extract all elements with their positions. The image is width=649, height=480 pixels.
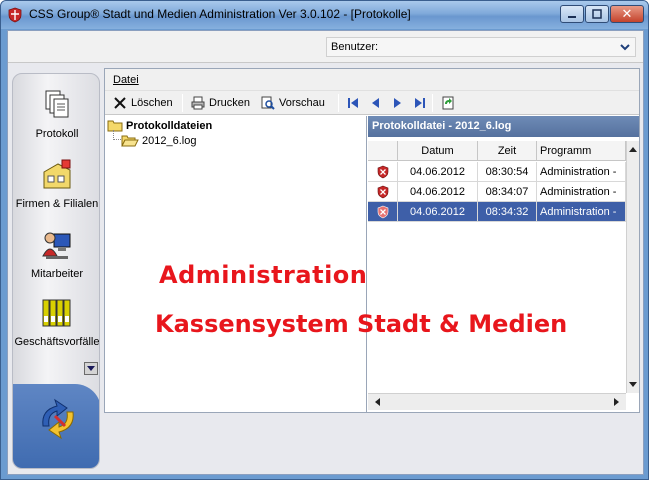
nav-label-mitarbeiter: Mitarbeiter <box>31 268 83 280</box>
menu-datei[interactable]: Datei <box>113 74 139 86</box>
nav-item-protokoll[interactable]: Protokoll <box>13 88 99 140</box>
employee-icon <box>42 232 71 259</box>
log-entry-icon <box>377 165 388 178</box>
app-shield-icon <box>8 7 22 23</box>
loeschen-button[interactable]: Löschen <box>113 94 173 112</box>
close-icon: ✕ <box>621 6 633 21</box>
scroll-left-button[interactable] <box>371 396 383 408</box>
row-datum: 04.06.2012 <box>398 182 478 201</box>
toolbar: Löschen Drucken Vorschau <box>105 91 639 115</box>
table-row-selected[interactable]: 04.06.2012 08:34:32 Administration - <box>368 202 626 222</box>
toolbar-separator <box>432 94 433 112</box>
vertical-scrollbar[interactable] <box>626 141 639 393</box>
nav-label-protokoll: Protokoll <box>35 128 79 140</box>
nav-item-mitarbeiter[interactable]: Mitarbeiter <box>13 228 99 280</box>
drucken-label: Drucken <box>209 97 250 109</box>
column-header-datum[interactable]: Datum <box>398 141 478 161</box>
row-programm: Administration - <box>537 182 626 201</box>
row-status-cell <box>368 202 398 221</box>
last-record-icon[interactable] <box>413 96 427 110</box>
nav-label-firmen: Firmen & Filialen <box>15 198 99 210</box>
binders-icon <box>42 299 71 327</box>
row-programm: Administration - <box>537 202 626 221</box>
scroll-up-button[interactable] <box>627 143 639 155</box>
drucken-button[interactable]: Drucken <box>191 94 250 112</box>
maximize-icon <box>592 9 602 19</box>
table-row[interactable]: 04.06.2012 08:34:07 Administration - <box>368 182 626 202</box>
scroll-down-button[interactable] <box>627 379 639 391</box>
grid-header: Datum Zeit Programm <box>368 141 626 161</box>
building-icon <box>43 159 71 189</box>
column-header-programm[interactable]: Programm <box>537 141 626 161</box>
toolbar-separator <box>338 94 339 112</box>
triangle-down-icon <box>87 365 95 371</box>
preview-magnifier-icon <box>261 96 275 110</box>
nav-item-firmen[interactable]: Firmen & Filialen <box>13 158 99 210</box>
maximize-button[interactable] <box>585 5 609 23</box>
horizontal-scrollbar[interactable] <box>368 393 626 410</box>
row-zeit: 08:34:07 <box>478 182 537 201</box>
row-zeit: 08:30:54 <box>478 162 537 181</box>
triangle-up-icon <box>629 147 637 152</box>
tree-root-protokolldateien[interactable]: Protokolldateien <box>107 119 212 132</box>
client-area: Benutzer: Protokoll Firmen & Filialen Mi… <box>7 30 644 475</box>
app-window: CSS Group® Stadt und Medien Administrati… <box>0 0 649 480</box>
overlay-title-kassensystem: Kassensystem Stadt & Medien <box>155 310 568 338</box>
delete-x-icon <box>114 97 126 109</box>
tree-item-label: 2012_6.log <box>142 134 197 147</box>
log-grid-pane: Protokolldatei - 2012_6.log Datum Zeit P… <box>368 116 639 412</box>
row-zeit: 08:34:32 <box>478 202 537 221</box>
window-title: CSS Group® Stadt und Medien Administrati… <box>29 7 411 21</box>
nav-item-geschaeftsvorfaelle[interactable]: Geschäftsvorfälle <box>13 296 100 348</box>
minimize-button[interactable] <box>560 5 584 23</box>
next-record-icon[interactable] <box>391 96 405 110</box>
first-record-icon[interactable] <box>346 96 360 110</box>
main-panel: Datei Löschen Drucken Vorschau Protokoll… <box>104 68 640 413</box>
row-status-cell <box>368 182 398 201</box>
previous-record-icon[interactable] <box>368 96 382 110</box>
table-row[interactable]: 04.06.2012 08:30:54 Administration - <box>368 162 626 182</box>
nav-label-geschaeftsvorfaelle: Geschäftsvorfälle <box>14 336 100 348</box>
row-datum: 04.06.2012 <box>398 162 478 181</box>
tree-item-log-file[interactable]: 2012_6.log <box>121 134 196 147</box>
open-folder-icon <box>121 135 139 147</box>
printer-icon <box>191 96 205 110</box>
menu-bar: Datei <box>105 69 639 91</box>
refresh-icon[interactable] <box>441 96 455 110</box>
column-header-zeit[interactable]: Zeit <box>478 141 537 161</box>
triangle-down-icon <box>629 382 637 387</box>
log-entry-icon <box>377 185 388 198</box>
overlay-title-administration: Administration <box>159 261 368 289</box>
toolbar-separator <box>182 94 183 112</box>
row-status-cell <box>368 162 398 181</box>
vorschau-button[interactable]: Vorschau <box>261 94 325 112</box>
minimize-icon <box>568 16 576 18</box>
triangle-left-icon <box>375 398 380 406</box>
chevron-down-icon <box>620 44 630 51</box>
nav-scroll-down-button[interactable] <box>84 362 98 375</box>
user-bar: Benutzer: <box>8 31 643 63</box>
grid-title: Protokolldatei - 2012_6.log <box>368 116 639 137</box>
document-icon <box>45 90 69 118</box>
title-bar[interactable]: CSS Group® Stadt und Medien Administrati… <box>1 1 648 29</box>
log-entry-icon <box>377 205 388 218</box>
close-button[interactable]: ✕ <box>610 5 644 23</box>
tree-root-label: Protokolldateien <box>126 119 213 132</box>
css-logo-icon <box>42 398 74 440</box>
column-header-icon[interactable] <box>368 141 398 161</box>
left-navigation: Protokoll Firmen & Filialen Mitarbeiter … <box>12 73 100 469</box>
tree-connector <box>113 130 121 140</box>
loeschen-label: Löschen <box>131 97 173 109</box>
triangle-right-icon <box>614 398 619 406</box>
user-select[interactable]: Benutzer: <box>326 37 636 57</box>
user-label: Benutzer: <box>331 41 379 53</box>
row-datum: 04.06.2012 <box>398 202 478 221</box>
vorschau-label: Vorschau <box>279 97 325 109</box>
scroll-right-button[interactable] <box>611 396 623 408</box>
row-programm: Administration - <box>537 162 626 181</box>
